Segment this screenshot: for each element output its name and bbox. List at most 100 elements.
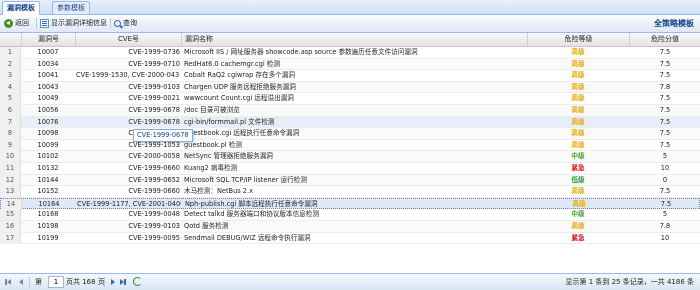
risk-level-cell: 紧急 [571, 233, 585, 242]
cve-cell: CVE-1999-0736 [128, 48, 180, 56]
prev-page-icon[interactable] [17, 278, 25, 286]
row-number: 5 [0, 93, 21, 105]
risk-score-cell: 7.5 [659, 59, 671, 68]
cve-cell: CVE-1999-0103 [128, 222, 180, 230]
header-cve[interactable]: CVE号 [76, 33, 182, 46]
risk-level-cell: 高级 [571, 129, 585, 138]
refresh-icon[interactable] [133, 277, 142, 286]
table-row[interactable]: 3 10041 CVE-1999-1530, CVE-2000-0431 Cobalt… [0, 70, 700, 82]
next-page-icon[interactable] [109, 278, 117, 286]
risk-level-cell: 高级 [571, 82, 585, 91]
vuln-name-cell: Detect talkd 服务器端口和协议版本信息检测 [184, 210, 319, 219]
table-row[interactable]: 14 10164 CVE-1999-1177, CVE-2001-0400 Nph-p… [0, 197, 700, 210]
risk-score-cell: 10 [660, 233, 670, 242]
cve-cell: CVE-1999-0095 [128, 233, 180, 242]
page-number-input[interactable] [48, 276, 64, 288]
table-row[interactable]: 12 10144 CVE-1999-0652 Microsoft SQL TCP/IP… [0, 174, 700, 187]
vuln-name-cell: Chargen UDP 服务远程拒绝服务漏洞 [184, 82, 296, 91]
row-number: 6 [0, 105, 21, 116]
cve-cell: CVE-1999-0678 [128, 117, 180, 126]
row-number: 11 [0, 163, 21, 174]
vuln-name-cell: cgi-bin/formmail.pl 文件检测 [184, 117, 275, 126]
risk-score-cell: 5 [662, 152, 668, 161]
risk-level-cell: 高级 [571, 94, 585, 103]
cve-cell: CVE-1999-0710 [128, 59, 180, 68]
row-number: 4 [0, 81, 21, 93]
paging-divider [29, 277, 30, 287]
risk-level-cell: 高级 [571, 140, 585, 149]
cve-cell: CVE-1999-0021 [128, 94, 180, 103]
table-row[interactable]: 16 10198 CVE-1999-0103 Qotd 服务检测 高级 7.8 [0, 221, 700, 233]
cve-cell: CVE-1999-0103 [128, 82, 180, 91]
risk-score-cell: 7.5 [659, 71, 671, 80]
table-row[interactable]: 11 10132 CVE-1999-0660 Kuang2 病毒检测 紧急 10 [0, 163, 700, 175]
risk-score-cell: 0 [662, 175, 668, 184]
row-number: 3 [0, 70, 21, 82]
risk-score-cell: 7.8 [659, 222, 671, 230]
strategy-template-title: 全策略模板 [654, 19, 694, 28]
risk-level-cell: 高级 [571, 187, 585, 196]
risk-score-cell: 7.5 [659, 129, 671, 138]
back-arrow-icon [4, 18, 13, 28]
toolbar-divider [110, 18, 111, 29]
risk-score-cell: 7.5 [659, 140, 671, 149]
risk-score-cell: 7.5 [659, 48, 671, 56]
risk-level-cell: 高级 [571, 59, 585, 68]
tab-vuln-template[interactable]: 漏洞模板 [2, 1, 40, 15]
risk-level-cell: 中级 [571, 152, 585, 161]
header-risk-score[interactable]: 危险分值 [630, 33, 700, 46]
search-icon [114, 19, 121, 27]
vuln-name-cell: Cobalt RaQ2 cgiwrap 存在多个漏洞 [184, 71, 295, 80]
table-row[interactable]: 9 10099 CVE-1999-1053 guestbook.pl 检测 高级 7.5 [0, 139, 700, 152]
risk-score-cell: 5 [662, 210, 668, 219]
table-row[interactable]: 6 10056 CVE-1999-0678/doc 目录可被浏览 高级 7.5 [0, 105, 700, 117]
risk-level-cell: 高级 [571, 117, 585, 126]
vuln-id-cell: 10043 [37, 82, 59, 91]
query-button-label: 查询 [123, 19, 137, 27]
vuln-id-cell: 10007 [37, 48, 59, 56]
table-row[interactable]: 10 10102 CVE-2000-0058 NetSync 管理器拒绝服务漏洞 中级 5 [0, 151, 700, 163]
vuln-name-cell: Microsoft IIS / 网址服务器 showcode.asp sourc… [184, 48, 418, 56]
show-details-label: 显示漏洞详细信息 [51, 19, 107, 27]
risk-level-cell: 高级 [571, 71, 585, 80]
page-prefix-label: 第 [35, 278, 42, 286]
last-page-icon[interactable] [119, 278, 127, 286]
table-row[interactable]: 5 10049 CVE-1999-0021 wwwcount Count.cgi 远程… [0, 93, 700, 105]
cve-cell: CVE-1999-0678 [128, 106, 180, 114]
vuln-id-cell: 10164 [38, 199, 60, 208]
tab-param-template[interactable]: 参数模板 [52, 1, 90, 14]
show-details-button[interactable]: 显示漏洞详细信息 [40, 17, 107, 29]
row-number: 7 [0, 116, 21, 128]
vuln-id-cell: 10199 [37, 233, 59, 242]
risk-level-cell: 高级 [571, 222, 585, 230]
vuln-id-cell: 10056 [37, 106, 59, 114]
table-row[interactable]: 7 10076 CVE-1999-0678 cgi-bin/formmail.pl 文… [0, 116, 700, 129]
table-row[interactable]: 17 10199 CVE-1999-0095 Sendmail DEBUG/WIZ 远… [0, 232, 700, 245]
row-number: 13 [0, 186, 21, 198]
risk-level-cell: 低级 [571, 175, 585, 184]
header-risk-level[interactable]: 危险等级 [528, 33, 630, 46]
vuln-name-cell: guestbook.pl 检测 [184, 140, 242, 149]
vuln-id-cell: 10168 [37, 210, 59, 219]
row-number: 14 [1, 198, 22, 210]
table-row[interactable]: 15 10168 CVE-1999-0048 Detect talkd 服务器端口和协… [0, 209, 700, 221]
back-button[interactable]: 返回 [4, 17, 29, 29]
table-row[interactable]: 2 10034 CVE-1999-0710 RedHat6.0 cachemgr.cg… [0, 58, 700, 71]
row-number: 16 [0, 221, 21, 232]
table-row[interactable]: 13 10152 CVE-1999-0660 木马检测：NetBus 2.x 高级 7.5 [0, 186, 700, 198]
paging-divider [104, 277, 105, 287]
cve-tooltip: CVE-1999-0678 [133, 129, 193, 142]
risk-level-cell: 高级 [571, 48, 585, 56]
cve-cell: CVE-1999-0652 [128, 175, 180, 184]
risk-level-cell: 中级 [571, 210, 585, 219]
table-row[interactable]: 4 10043 CVE-1999-0103 Chargen UDP 服务远程拒绝服务漏… [0, 81, 700, 94]
header-vuln-id[interactable]: 漏洞号 [22, 33, 76, 46]
cve-cell: CVE-1999-1177, CVE-2001-0400 [77, 199, 181, 208]
vuln-id-cell: 10198 [37, 222, 59, 230]
first-page-icon[interactable] [5, 278, 13, 286]
table-row[interactable]: 1 10007 CVE-1999-0736 Microsoft IIS / 网址服务器… [0, 47, 700, 59]
table-row[interactable]: 810098CVE-1999-0237Guestbook.cgi 远程执行任意命… [0, 128, 700, 140]
header-vuln-name[interactable]: 漏洞名称 [182, 33, 528, 46]
risk-level-cell: 紧急 [571, 164, 585, 172]
query-button[interactable]: 查询 [114, 17, 137, 29]
